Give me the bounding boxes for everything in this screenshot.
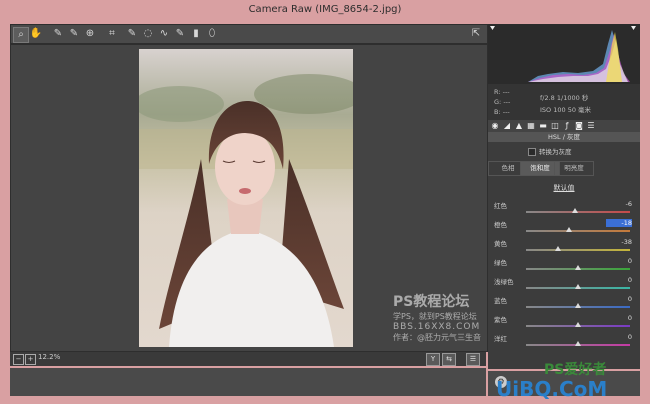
slider-track[interactable] bbox=[526, 211, 630, 213]
panel-tabs: ◉ ◢ ▲ ▦ ▬ ◫ ƒ ◙ ☰ bbox=[488, 120, 640, 132]
adjustments-panel: R: --- G: --- B: --- f/2.8 1/1000 秒 ISO … bbox=[488, 24, 640, 369]
slider-label: 黄色 bbox=[494, 240, 507, 248]
hand-tool-icon[interactable]: ✋ bbox=[29, 27, 43, 41]
basic-panel-icon[interactable]: ◉ bbox=[490, 121, 500, 131]
lens-corrections-panel-icon[interactable]: ◫ bbox=[550, 121, 560, 131]
exposure-info: f/2.8 1/1000 秒 bbox=[540, 94, 589, 102]
presets-panel-icon[interactable]: ☰ bbox=[586, 121, 596, 131]
slider-label: 浅绿色 bbox=[494, 278, 514, 286]
slider-thumb[interactable] bbox=[575, 341, 581, 346]
watermark-slogan: 学PS，就到PS教程论坛 bbox=[393, 312, 477, 321]
target-adjust-tool-icon[interactable]: ⊕ bbox=[83, 27, 97, 41]
shadow-clipping-icon[interactable] bbox=[490, 26, 495, 30]
slider-label: 洋红 bbox=[494, 335, 507, 343]
slider-label: 绿色 bbox=[494, 259, 507, 267]
detail-panel-icon[interactable]: ▲ bbox=[514, 121, 524, 131]
site-logo: PS爱好者 UiBQ.CoM bbox=[488, 358, 650, 402]
tone-curve-panel-icon[interactable]: ◢ bbox=[502, 121, 512, 131]
slider-row: 绿色 0 bbox=[488, 257, 640, 275]
default-link[interactable]: 默认值 bbox=[488, 183, 640, 193]
photo-preview bbox=[134, 49, 364, 347]
adjustment-brush-tool-icon[interactable]: ✎ bbox=[173, 27, 187, 41]
zoom-tool-icon[interactable]: ⌕ bbox=[13, 27, 29, 43]
camera-raw-window: Camera Raw (IMG_8654-2.jpg) ⌕ ✋ ✎ ✎ ⊕ ⌗ … bbox=[0, 0, 650, 402]
slider-row: 橙色 -18 bbox=[488, 219, 640, 237]
straighten-tool-icon[interactable]: ✎ bbox=[125, 27, 139, 41]
slider-label: 橙色 bbox=[494, 221, 507, 229]
status-bar: − + 12.2% Y ⇆ ☰ bbox=[10, 352, 486, 366]
zoom-in-button[interactable]: + bbox=[25, 354, 36, 365]
logo-url: UiBQ.CoM bbox=[496, 377, 607, 401]
convert-grayscale-option[interactable]: 转换为灰度 bbox=[528, 146, 572, 156]
slider-value[interactable]: 0 bbox=[606, 295, 632, 303]
slider-thumb[interactable] bbox=[571, 208, 578, 213]
zoom-level[interactable]: 12.2% bbox=[38, 353, 60, 361]
convert-grayscale-checkbox[interactable] bbox=[528, 148, 536, 156]
slider-thumb[interactable] bbox=[575, 303, 581, 308]
slider-label: 紫色 bbox=[494, 316, 507, 324]
slider-row: 洋红 0 bbox=[488, 333, 640, 351]
slider-track[interactable] bbox=[526, 230, 630, 232]
tab-luminance[interactable]: 明亮度 bbox=[554, 161, 594, 176]
before-after-button[interactable]: Y bbox=[426, 353, 440, 366]
spot-removal-tool-icon[interactable]: ◌ bbox=[141, 27, 155, 41]
logo-text: PS爱好者 bbox=[544, 361, 606, 378]
slider-value[interactable]: 0 bbox=[606, 257, 632, 265]
radial-filter-tool-icon[interactable]: ⬯ bbox=[205, 27, 219, 41]
portrait-photo-illustration bbox=[134, 49, 364, 347]
slider-value[interactable]: 0 bbox=[606, 276, 632, 284]
slider-value[interactable]: -38 bbox=[606, 238, 632, 246]
fullscreen-toggle-icon[interactable]: ⇱ bbox=[469, 27, 483, 41]
slider-value[interactable]: 0 bbox=[606, 314, 632, 322]
graduated-filter-tool-icon[interactable]: ▮ bbox=[189, 27, 203, 41]
watermark-url: BBS.16XX8.COM bbox=[393, 322, 481, 332]
slider-row: 红色 -6 bbox=[488, 200, 640, 218]
split-toning-panel-icon[interactable]: ▬ bbox=[538, 121, 548, 131]
white-balance-tool-icon[interactable]: ✎ bbox=[51, 27, 65, 41]
toolbar: ⌕ ✋ ✎ ✎ ⊕ ⌗ ✎ ◌ ∿ ✎ ▮ ⬯ ⇱ bbox=[10, 24, 488, 44]
r-readout: R: --- bbox=[494, 88, 510, 96]
effects-panel-icon[interactable]: ƒ bbox=[562, 121, 572, 131]
slider-value[interactable]: -18 bbox=[606, 219, 632, 227]
color-sampler-tool-icon[interactable]: ✎ bbox=[67, 27, 81, 41]
slider-row: 蓝色 0 bbox=[488, 295, 640, 313]
slider-row: 紫色 0 bbox=[488, 314, 640, 332]
red-eye-tool-icon[interactable]: ∿ bbox=[157, 27, 171, 41]
g-readout: G: --- bbox=[494, 98, 511, 106]
swap-view-button[interactable]: ⇆ bbox=[442, 353, 456, 366]
watermark: PS教程论坛 学PS，就到PS教程论坛 BBS.16XX8.COM 作者：@胚力… bbox=[393, 291, 481, 343]
slider-thumb[interactable] bbox=[575, 322, 581, 327]
hsl-tabs: 色相 饱和度 明亮度 bbox=[488, 161, 640, 176]
section-title: HSL / 灰度 bbox=[488, 132, 640, 142]
slider-value[interactable]: 0 bbox=[606, 333, 632, 341]
slider-label: 蓝色 bbox=[494, 297, 507, 305]
highlight-clipping-icon[interactable] bbox=[631, 26, 636, 30]
camera-calibration-panel-icon[interactable]: ◙ bbox=[574, 121, 584, 131]
slider-value[interactable]: -6 bbox=[606, 200, 632, 208]
slider-thumb[interactable] bbox=[565, 227, 572, 232]
iso-info: ISO 100 50 毫米 bbox=[540, 106, 592, 114]
slider-row: 浅绿色 0 bbox=[488, 276, 640, 294]
slider-label: 红色 bbox=[494, 202, 507, 210]
histogram bbox=[488, 24, 640, 84]
watermark-title: PS教程论坛 bbox=[393, 294, 470, 310]
watermark-author: 作者：@胚力元气三生音 bbox=[393, 333, 481, 342]
slider-track[interactable] bbox=[526, 249, 630, 251]
slider-row: 黄色 -38 bbox=[488, 238, 640, 256]
window-title: Camera Raw (IMG_8654-2.jpg) bbox=[248, 4, 402, 15]
zoom-out-button[interactable]: − bbox=[13, 354, 24, 365]
slider-thumb[interactable] bbox=[575, 284, 581, 289]
hsl-panel-icon[interactable]: ▦ bbox=[526, 121, 536, 131]
crop-tool-icon[interactable]: ⌗ bbox=[105, 27, 119, 41]
b-readout: B: --- bbox=[494, 108, 510, 116]
slider-thumb[interactable] bbox=[575, 265, 581, 270]
workflow-bar bbox=[10, 368, 486, 396]
image-info: R: --- G: --- B: --- f/2.8 1/1000 秒 ISO … bbox=[488, 84, 640, 120]
image-preview-area[interactable]: PS教程论坛 学PS，就到PS教程论坛 BBS.16XX8.COM 作者：@胚力… bbox=[10, 44, 488, 352]
view-settings-button[interactable]: ☰ bbox=[466, 353, 480, 366]
slider-thumb[interactable] bbox=[555, 246, 562, 251]
